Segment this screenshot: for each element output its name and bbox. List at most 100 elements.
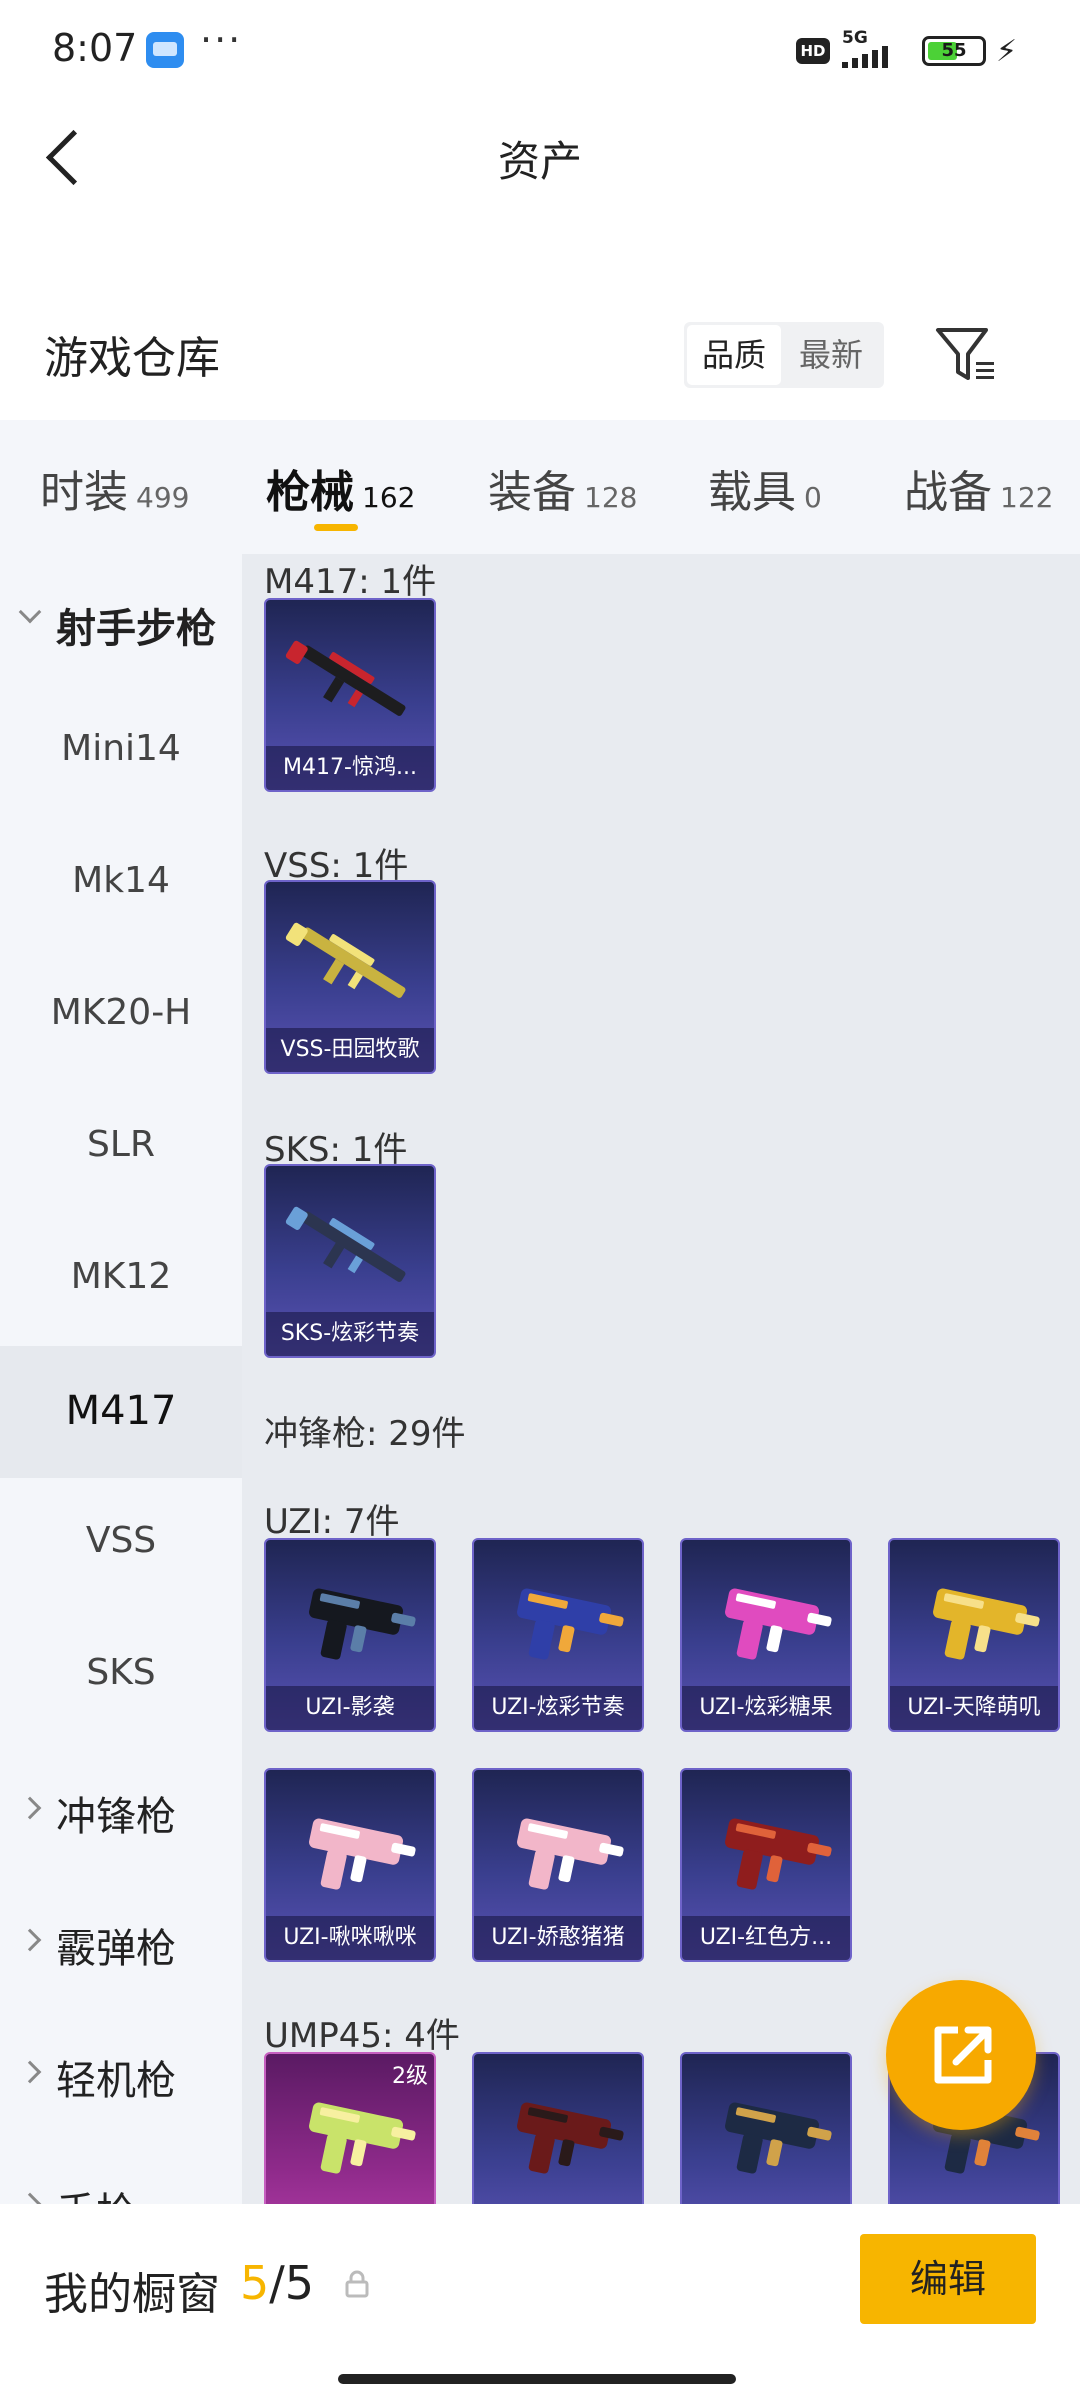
sidebar-item-8[interactable]: SKS — [0, 1610, 242, 1742]
weapon-skin-icon — [725, 1588, 832, 1660]
sidebar-item-label: 冲锋枪 — [56, 1794, 176, 1840]
weapon-card[interactable]: UZI-天降萌叽 — [888, 1538, 1060, 1732]
weapon-card[interactable]: M417-惊鸿... — [264, 598, 436, 792]
chevron-down-icon — [18, 600, 42, 624]
notification-app-icon — [146, 32, 184, 68]
showcase-label: 我的橱窗 — [44, 2269, 220, 2320]
chevron-right-icon — [18, 1928, 42, 1952]
tab-4[interactable]: 战备 122 — [904, 456, 1054, 518]
weapon-skin-icon — [517, 2102, 624, 2174]
sidebar-item-3[interactable]: MK20-H — [0, 950, 242, 1082]
showcase-total: 5 — [284, 2256, 315, 2310]
weapon-card-name: M417-惊鸿... — [266, 746, 434, 790]
sidebar-item-label: VSS — [85, 1520, 157, 1561]
weapon-skin-icon — [285, 1206, 406, 1282]
lock-icon — [345, 2270, 369, 2298]
weapon-card-name: UZI-红色方... — [682, 1916, 850, 1960]
section-heading: UMP45: 4件 — [264, 2016, 460, 2056]
home-indicator[interactable] — [338, 2374, 736, 2384]
sidebar-item-label: SLR — [87, 1124, 155, 1165]
battery-icon: 55 — [922, 36, 986, 66]
showcase-separator: / — [269, 2256, 285, 2310]
weapon-skin-icon — [309, 2102, 416, 2174]
weapon-card-name: UZI-啾咪啾咪 — [266, 1916, 434, 1960]
page-title: 资产 — [497, 137, 582, 186]
tab-count: 0 — [804, 481, 822, 514]
warehouse-title: 游戏仓库 — [44, 333, 220, 384]
weapon-skin-icon — [309, 1588, 416, 1660]
weapon-card[interactable]: UZI-炫彩节奏 — [472, 1538, 644, 1732]
filter-icon[interactable] — [932, 322, 998, 388]
edit-button[interactable]: 编辑 — [860, 2234, 1036, 2324]
tab-count: 128 — [584, 481, 638, 514]
weapon-card[interactable] — [680, 2052, 852, 2204]
weapon-card-name: VSS-田园牧歌 — [266, 1028, 434, 1072]
charging-icon: ⚡ — [996, 34, 1018, 69]
tab-label: 枪械 — [266, 467, 354, 518]
weapon-skin-icon — [725, 2102, 832, 2174]
sidebar-item-0[interactable]: 射手步枪 — [0, 554, 242, 686]
weapon-card[interactable]: UZI-红色方... — [680, 1768, 852, 1962]
weapon-skin-icon — [517, 1818, 624, 1890]
section-heading: M417: 1件 — [264, 562, 437, 602]
tab-label: 时装 — [40, 467, 128, 518]
level-badge: 2级 — [392, 2064, 428, 2089]
chevron-right-icon — [18, 2060, 42, 2084]
sidebar-item-7[interactable]: VSS — [0, 1478, 242, 1610]
chevron-right-icon — [18, 1796, 42, 1820]
weapon-card[interactable] — [472, 2052, 644, 2204]
more-notifications-icon: ··· — [200, 18, 243, 62]
tab-label: 装备 — [488, 467, 576, 518]
status-bar: 8:07 ··· HD 5G 55 ⚡ — [0, 0, 1080, 100]
sort-newest-button[interactable]: 最新 — [784, 325, 878, 385]
weapon-card[interactable]: UZI-炫彩糖果 — [680, 1538, 852, 1732]
weapon-card[interactable]: VSS-田园牧歌 — [264, 880, 436, 1074]
sidebar-item-9[interactable]: 冲锋枪 — [0, 1742, 242, 1874]
category-tabs: 时装 499 枪械 162 装备 128 载具 0 战备 122 — [0, 420, 1080, 554]
sidebar-item-11[interactable]: 轻机枪 — [0, 2006, 242, 2138]
tab-label: 载具 — [708, 467, 796, 518]
weapon-card[interactable]: UZI-影袭 — [264, 1538, 436, 1732]
sidebar-item-label: 轻机枪 — [56, 2058, 176, 2104]
signal-icon — [842, 46, 888, 68]
weapon-card-name: UZI-炫彩糖果 — [682, 1686, 850, 1730]
weapon-card-name: UZI-娇憨猪猪 — [474, 1916, 642, 1960]
sidebar-item-12[interactable]: 手枪 — [0, 2138, 242, 2204]
tab-2[interactable]: 装备 128 — [488, 456, 638, 518]
showcase-count: 5/5 — [240, 2256, 314, 2310]
sidebar-item-5[interactable]: MK12 — [0, 1214, 242, 1346]
weapon-card[interactable]: UZI-啾咪啾咪 — [264, 1768, 436, 1962]
sidebar-item-label: Mini14 — [61, 728, 181, 769]
sidebar-item-10[interactable]: 霰弹枪 — [0, 1874, 242, 2006]
sort-toggle: 品质 最新 — [684, 322, 884, 388]
weapon-card-name: UZI-炫彩节奏 — [474, 1686, 642, 1730]
active-tab-indicator — [314, 524, 358, 531]
sidebar-item-label: SKS — [86, 1652, 156, 1693]
showcase-bar: 我的橱窗 5/5 编辑 — [0, 2204, 1080, 2400]
share-button[interactable] — [886, 1980, 1036, 2130]
weapon-card[interactable]: UZI-娇憨猪猪 — [472, 1768, 644, 1962]
asset-grid: M417: 1件 M417-惊鸿... VSS: 1件 VSS-田园牧歌 SKS: 1件… — [242, 554, 1080, 2204]
sidebar-item-label: 手枪 — [56, 2180, 136, 2204]
section-heading: 冲锋枪: 29件 — [264, 1414, 466, 1454]
sidebar-item-4[interactable]: SLR — [0, 1082, 242, 1214]
weapon-skin-icon — [933, 1588, 1040, 1660]
tab-1[interactable]: 枪械 162 — [266, 456, 415, 518]
weapon-skin-icon — [309, 1818, 416, 1890]
sort-quality-button[interactable]: 品质 — [687, 325, 781, 385]
weapon-card[interactable]: SKS-炫彩节奏 — [264, 1164, 436, 1358]
sidebar-item-label: Mk14 — [72, 860, 170, 901]
sidebar-item-label: 霰弹枪 — [56, 1926, 176, 1972]
sidebar-item-label: 射手步枪 — [56, 606, 216, 652]
section-heading: UZI: 7件 — [264, 1502, 400, 1542]
showcase-used: 5 — [240, 2256, 270, 2310]
sidebar-item-1[interactable]: Mini14 — [0, 686, 242, 818]
sidebar-item-6[interactable]: M417 — [0, 1346, 242, 1478]
tab-0[interactable]: 时装 499 — [40, 456, 189, 518]
weapon-card[interactable]: 2级 — [264, 2052, 436, 2204]
sidebar-item-2[interactable]: Mk14 — [0, 818, 242, 950]
tab-3[interactable]: 载具 0 — [708, 456, 822, 518]
tab-count: 122 — [1000, 481, 1054, 514]
tab-label: 战备 — [904, 467, 992, 518]
share-icon — [934, 2026, 992, 2084]
